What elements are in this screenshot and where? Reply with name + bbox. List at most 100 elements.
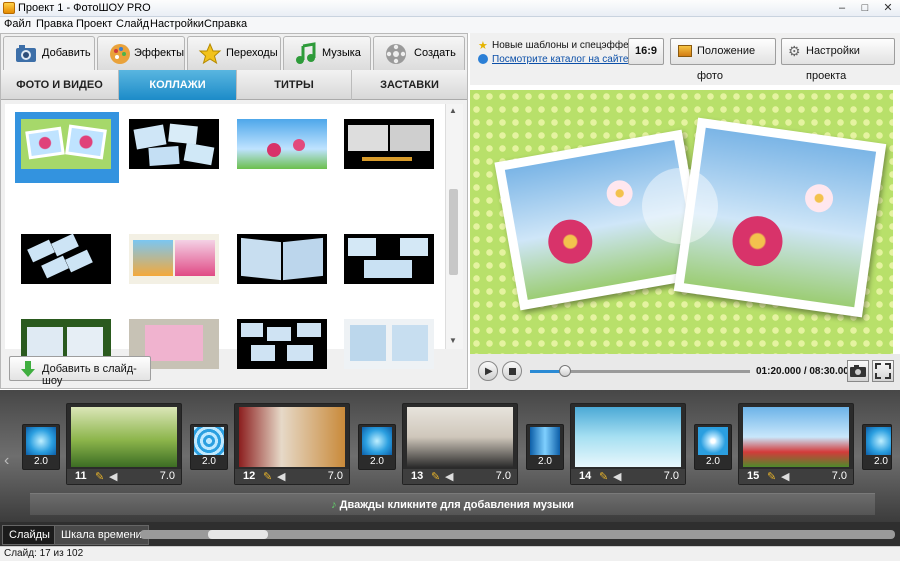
edit-icon[interactable]: ✎ bbox=[431, 470, 440, 483]
collage-template[interactable] bbox=[237, 119, 327, 169]
arrow-down-icon bbox=[21, 361, 35, 377]
close-button[interactable]: ✕ bbox=[878, 1, 898, 15]
tab-timeline[interactable]: Шкала времени bbox=[54, 525, 149, 545]
slide-number: 14 bbox=[579, 470, 592, 482]
tab-music-label: Музыка bbox=[322, 47, 361, 59]
slide-thumbnail bbox=[575, 407, 681, 467]
collage-template[interactable] bbox=[237, 319, 327, 369]
sound-icon[interactable]: ◀ bbox=[613, 470, 621, 483]
tab-music[interactable]: Музыка bbox=[283, 36, 371, 70]
palette-icon bbox=[110, 44, 130, 64]
collage-template[interactable] bbox=[344, 119, 434, 169]
tab-transitions[interactable]: Переходы bbox=[187, 36, 281, 70]
menu-help[interactable]: Справка bbox=[204, 18, 247, 30]
play-button[interactable]: ▶ bbox=[478, 361, 498, 381]
time-display: 01:20.000 / 08:30.000 bbox=[756, 366, 855, 377]
slide-thumbnail bbox=[71, 407, 177, 467]
scrollbar-thumb[interactable] bbox=[449, 189, 458, 275]
snapshot-button[interactable] bbox=[847, 360, 869, 382]
slide-duration: 7.0 bbox=[159, 470, 175, 482]
subtab-titles[interactable]: ТИТРЫ bbox=[237, 70, 352, 100]
tab-slides[interactable]: Слайды bbox=[2, 525, 57, 545]
scroll-left-icon[interactable]: ‹ bbox=[4, 452, 9, 470]
sound-icon[interactable]: ◀ bbox=[109, 470, 117, 483]
transition-preview bbox=[194, 427, 224, 455]
edit-icon[interactable]: ✎ bbox=[599, 470, 608, 483]
tab-create[interactable]: Создать bbox=[373, 36, 465, 70]
timeline-slide[interactable]: 15 ✎ ◀ 7.0 bbox=[738, 403, 854, 485]
transition-block[interactable]: 2.0 bbox=[22, 424, 60, 470]
timeline-slide[interactable]: 14 ✎ ◀ 7.0 bbox=[570, 403, 686, 485]
collage-template[interactable] bbox=[21, 119, 111, 169]
transition-block[interactable]: 2.0 bbox=[190, 424, 228, 470]
transition-block[interactable]: 2.0 bbox=[862, 424, 892, 470]
timeline-slide[interactable]: 11 ✎ ◀ 7.0 bbox=[66, 403, 182, 485]
add-to-slideshow-label: Добавить в слайд-шоу bbox=[42, 363, 137, 387]
scroll-down-icon[interactable]: ▼ bbox=[449, 336, 457, 345]
subtab-collages[interactable]: КОЛЛАЖИ bbox=[119, 70, 237, 100]
film-reel-icon bbox=[386, 44, 406, 64]
collage-template[interactable] bbox=[237, 234, 327, 284]
music-track[interactable]: ♪ Дважды кликните для добавления музыки bbox=[30, 493, 875, 515]
camera-icon bbox=[850, 365, 866, 377]
collage-template[interactable] bbox=[344, 319, 434, 369]
subtab-intros[interactable]: ЗАСТАВКИ bbox=[352, 70, 467, 100]
photo-position-label: Положение фото bbox=[697, 45, 756, 82]
slide-number: 13 bbox=[411, 470, 424, 482]
player-controls: ▶ 01:20.000 / 08:30.000 bbox=[470, 354, 900, 390]
timeline-slide[interactable]: 12 ✎ ◀ 7.0 bbox=[234, 403, 350, 485]
tab-add[interactable]: Добавить bbox=[3, 36, 95, 71]
transition-duration: 2.0 bbox=[874, 456, 888, 467]
play-overlay[interactable] bbox=[642, 168, 718, 244]
fullscreen-icon bbox=[875, 363, 891, 379]
sound-icon[interactable]: ◀ bbox=[781, 470, 789, 483]
stop-button[interactable] bbox=[502, 361, 522, 381]
project-settings-button[interactable]: ⚙ Настройки проекта bbox=[781, 38, 895, 82]
transition-preview bbox=[698, 427, 728, 455]
status-bar: Слайд: 17 из 102 bbox=[0, 546, 900, 561]
minimize-button[interactable]: – bbox=[832, 1, 852, 15]
seek-handle[interactable] bbox=[559, 365, 572, 377]
collage-template[interactable] bbox=[344, 234, 434, 284]
tab-transitions-label: Переходы bbox=[226, 47, 278, 59]
aspect-ratio-button[interactable]: 16:9 bbox=[628, 38, 664, 65]
slide-number: 11 bbox=[75, 470, 87, 482]
transition-block[interactable]: 2.0 bbox=[694, 424, 732, 470]
menu-project[interactable]: Проект bbox=[76, 18, 112, 30]
collage-template[interactable] bbox=[129, 119, 219, 169]
transition-block[interactable]: 2.0 bbox=[358, 424, 396, 470]
slide-duration: 7.0 bbox=[327, 470, 343, 482]
add-to-slideshow-button[interactable]: Добавить в слайд-шоу bbox=[9, 356, 151, 387]
sound-icon[interactable]: ◀ bbox=[277, 470, 285, 483]
app-icon bbox=[3, 2, 15, 14]
menu-slide[interactable]: Слайд bbox=[116, 18, 149, 30]
play-icon: ▶ bbox=[485, 366, 493, 377]
camera-icon bbox=[16, 45, 36, 62]
edit-icon[interactable]: ✎ bbox=[95, 470, 104, 483]
scroll-up-icon[interactable]: ▲ bbox=[449, 106, 457, 115]
transition-block[interactable]: 2.0 bbox=[526, 424, 564, 470]
edit-icon[interactable]: ✎ bbox=[263, 470, 272, 483]
slide-duration: 7.0 bbox=[495, 470, 511, 482]
sound-icon[interactable]: ◀ bbox=[445, 470, 453, 483]
collage-template[interactable] bbox=[21, 233, 111, 284]
edit-icon[interactable]: ✎ bbox=[767, 470, 776, 483]
preview-toolbar: ★ Новые шаблоны и спецэффекты Посмотрите… bbox=[470, 33, 900, 85]
menu-bar: Файл Правка Проект Слайд Настройки Справ… bbox=[0, 17, 900, 33]
collage-template[interactable] bbox=[129, 234, 219, 284]
tab-effects[interactable]: Эффекты bbox=[97, 36, 185, 70]
fullscreen-button[interactable] bbox=[872, 360, 894, 382]
subtab-photo-video[interactable]: ФОТО И ВИДЕО bbox=[1, 70, 119, 100]
catalog-link[interactable]: Посмотрите каталог на сайте... bbox=[492, 54, 637, 65]
timeline-slide[interactable]: 13 ✎ ◀ 7.0 bbox=[402, 403, 518, 485]
photo-position-button[interactable]: Положение фото bbox=[670, 38, 776, 82]
slide-number: 15 bbox=[747, 470, 760, 482]
menu-settings[interactable]: Настройки bbox=[150, 18, 204, 30]
timeline-scroll-thumb[interactable] bbox=[208, 530, 268, 539]
maximize-button[interactable]: □ bbox=[855, 1, 875, 15]
slide-duration: 7.0 bbox=[663, 470, 679, 482]
transition-duration: 2.0 bbox=[706, 456, 720, 467]
menu-file[interactable]: Файл bbox=[4, 18, 31, 30]
music-note-icon: ♪ bbox=[331, 499, 340, 511]
menu-edit[interactable]: Правка bbox=[36, 18, 73, 30]
